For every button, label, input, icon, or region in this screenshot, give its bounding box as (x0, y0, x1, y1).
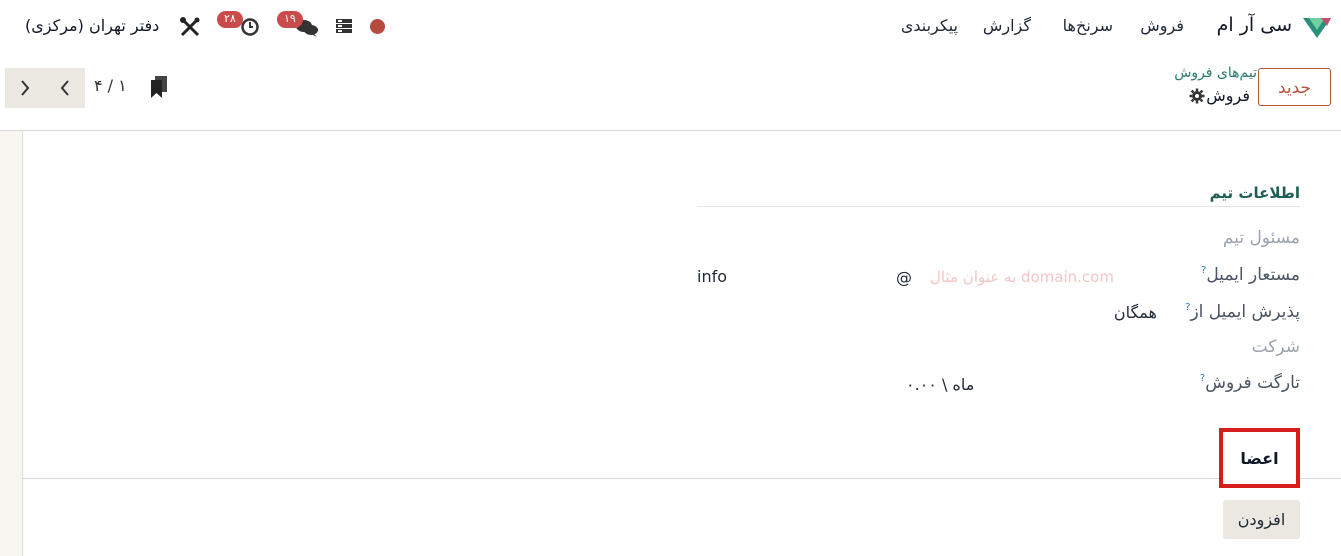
sales-target-label: ?تارگت فروش (1199, 373, 1300, 393)
email-domain-input[interactable]: به عنوان مثال domain.com (930, 268, 1114, 286)
pager-next-button[interactable] (5, 68, 45, 108)
accept-emails-label: ?پذیرش ایمیل از (1185, 302, 1300, 322)
gear-icon[interactable] (1189, 88, 1205, 104)
team-leader-label: مسئول تیم (1222, 228, 1300, 248)
app-logo-icon[interactable] (1301, 14, 1333, 40)
new-button[interactable]: جدید (1258, 68, 1331, 106)
records-icon (151, 76, 167, 98)
record-title: فروش (1206, 86, 1250, 105)
accept-emails-select[interactable]: همگان (1114, 303, 1157, 322)
chevron-left-icon (60, 80, 69, 96)
email-alias-label: ?مستعار ایمیل (1201, 265, 1300, 285)
tab-members-label: اعضا (1240, 448, 1279, 468)
sales-target-value[interactable]: ۰.۰۰ \ ماه (906, 375, 974, 394)
tab-members[interactable]: اعضا (1219, 428, 1300, 488)
pager-previous-button[interactable] (45, 68, 85, 108)
tools-icon[interactable] (179, 16, 201, 38)
company-switcher[interactable]: دفتر تهران (مرکزی) (25, 16, 159, 35)
email-alias-input[interactable]: info (697, 267, 727, 286)
activity-clock-icon[interactable] (240, 17, 260, 37)
section-title: اطلاعات تیم (1209, 184, 1300, 202)
email-at-sign: @ (896, 268, 912, 287)
add-line-label: افزودن (1237, 510, 1286, 529)
menu-configuration[interactable]: پیکربندی (901, 16, 958, 35)
add-line-button[interactable]: افزودن (1223, 500, 1300, 539)
control-panel: جدید تیم‌های فروش فروش ۴ / ۱ (0, 54, 1341, 131)
status-dot[interactable] (370, 19, 385, 34)
pager-value[interactable]: ۴ / ۱ (94, 76, 127, 95)
form-sheet (22, 131, 1341, 556)
menu-reporting[interactable]: گزارش (983, 16, 1031, 35)
app-name[interactable]: سی آر ام (1217, 14, 1292, 36)
menu-leads[interactable]: سرنخ‌ها (1063, 16, 1113, 35)
messages-badge: ۱۹ (277, 11, 303, 28)
chevron-right-icon (21, 80, 30, 96)
server-icon[interactable] (335, 18, 353, 34)
section-separator (697, 206, 1300, 207)
company-label: شرکت (1251, 337, 1300, 357)
menu-sales[interactable]: فروش (1140, 16, 1184, 35)
top-navbar: سی آر ام فروش سرنخ‌ها گزارش پیکربندی ۱۹ … (0, 0, 1341, 54)
tabs-border (23, 478, 1341, 479)
breadcrumb-sales-teams[interactable]: تیم‌های فروش (1174, 65, 1257, 81)
activities-badge: ۲۸ (217, 11, 243, 28)
